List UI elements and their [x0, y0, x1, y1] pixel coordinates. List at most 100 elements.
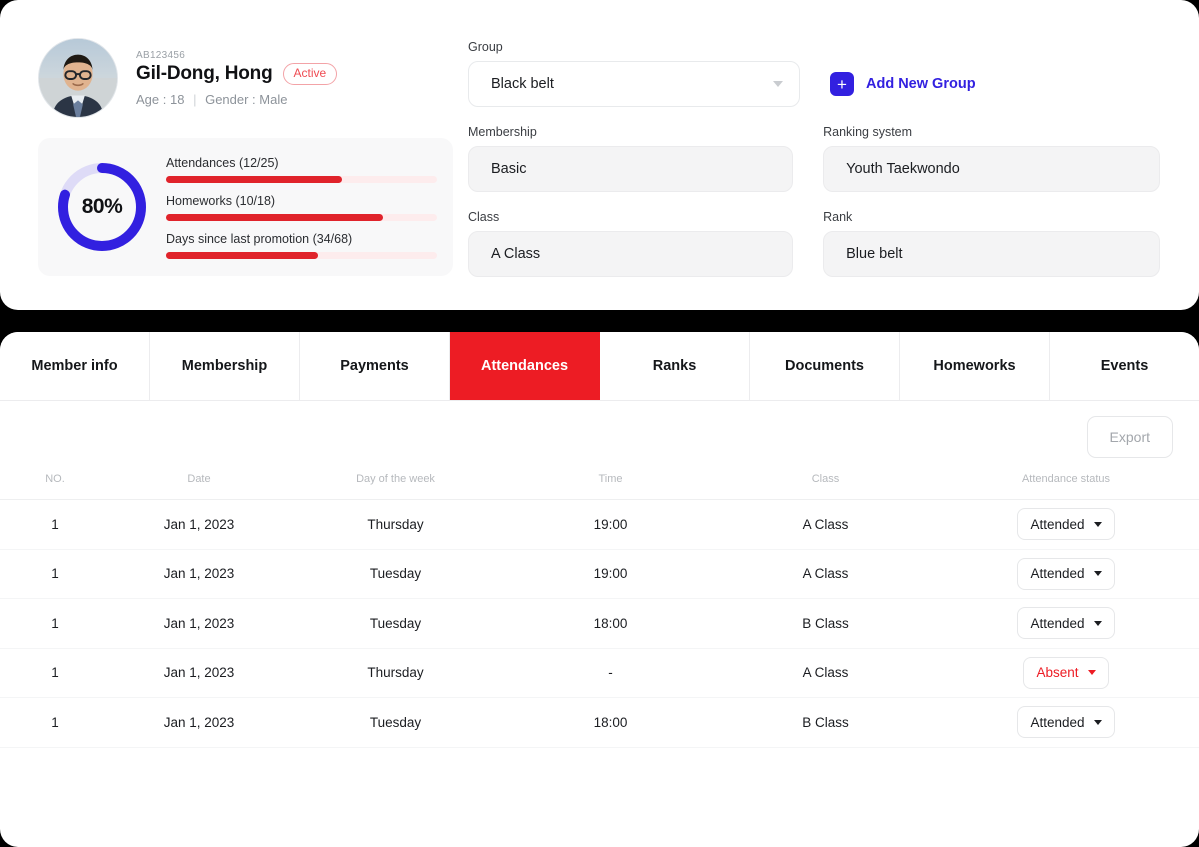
rank-field: Rank Blue belt — [823, 210, 1160, 277]
tab-member-info[interactable]: Member info — [0, 332, 150, 400]
table-header-row: NO. Date Day of the week Time Class Atte… — [0, 473, 1199, 500]
class-rank-row: Class A Class Rank Blue belt — [468, 210, 1160, 277]
cell-no: 1 — [51, 665, 59, 681]
plus-icon: + — [830, 72, 854, 96]
cell-day: Thursday — [367, 665, 424, 681]
table-row: 1 Jan 1, 2023 Thursday - A Class Absent — [0, 648, 1199, 698]
progress-label: Attendances (12/25) — [166, 155, 279, 170]
cell-no: 1 — [51, 566, 59, 582]
cell-status: Attended — [933, 500, 1199, 550]
rank-input[interactable]: Blue belt — [823, 231, 1160, 277]
progress-fill — [166, 213, 383, 221]
column-header-class: Class — [811, 473, 840, 485]
chevron-down-icon[interactable] — [1093, 620, 1102, 626]
table-toolbar: Export — [0, 401, 1199, 473]
progress-fill — [166, 175, 343, 183]
class-label: Class — [468, 210, 500, 224]
meta-separator: | — [193, 91, 197, 107]
add-new-group-button[interactable]: + Add New Group — [830, 61, 976, 107]
attendance-status-dropdown[interactable]: Attended — [1017, 706, 1115, 739]
table-header: NO. Date Day of the week Time Class Atte… — [0, 473, 1199, 500]
membership-ranking-row: Membership Basic Ranking system Youth Ta… — [468, 125, 1160, 192]
progress-track — [166, 251, 437, 259]
group-select[interactable]: Black belt — [468, 61, 800, 107]
attendance-status-dropdown[interactable]: Attended — [1017, 508, 1115, 541]
completion-donut-chart: 80% — [54, 159, 150, 255]
membership-input[interactable]: Basic — [468, 146, 794, 192]
avatar-photo-icon — [39, 39, 117, 117]
cell-no: 1 — [51, 516, 59, 532]
attendance-status-dropdown[interactable]: Attended — [1017, 557, 1115, 590]
column-header-status: Attendance status — [1021, 473, 1111, 485]
member-age: Age : 18 — [136, 91, 185, 107]
tab-membership[interactable]: Membership — [150, 332, 300, 400]
cell-date: Jan 1, 2023 — [163, 615, 235, 631]
attendance-status-label: Attended — [1030, 615, 1085, 631]
tab-ranks[interactable]: Ranks — [600, 332, 750, 400]
progress-fill — [166, 251, 318, 259]
attendance-status-dropdown[interactable]: Attended — [1017, 607, 1115, 640]
cell-date: Jan 1, 2023 — [163, 714, 235, 730]
ranking-system-label: Ranking system — [823, 125, 913, 139]
cell-day: Tuesday — [369, 714, 422, 730]
page-title: Gil-Dong, Hong — [136, 62, 273, 84]
cell-day: Tuesday — [369, 615, 422, 631]
tab-documents[interactable]: Documents — [750, 332, 900, 400]
progress-summary-card: 80% Attendances (12/25) Homeworks (10/18… — [38, 138, 453, 276]
group-value: Black belt — [491, 76, 554, 92]
tab-label: Payments — [340, 358, 409, 374]
attendance-status-label: Attended — [1030, 566, 1085, 582]
group-row: Group Black belt + Add New Group — [468, 40, 1160, 107]
tab-attendances[interactable]: Attendances — [450, 332, 600, 400]
tab-events[interactable]: Events — [1050, 332, 1199, 400]
table-body: 1 Jan 1, 2023 Thursday 19:00 A Class Attended… — [0, 500, 1199, 747]
chevron-down-icon[interactable] — [1093, 521, 1102, 527]
class-input[interactable]: A Class — [468, 231, 794, 277]
cell-class: B Class — [802, 714, 849, 730]
table-row: 1 Jan 1, 2023 Thursday 19:00 A Class Attended — [0, 500, 1199, 550]
attendance-status-label: Absent — [1036, 665, 1079, 681]
cell-class: A Class — [802, 516, 849, 532]
tab-homeworks[interactable]: Homeworks — [900, 332, 1050, 400]
attendance-table: NO. Date Day of the week Time Class Atte… — [0, 473, 1199, 748]
cell-no: 1 — [51, 714, 59, 730]
class-field: Class A Class — [468, 210, 794, 277]
cell-status: Attended — [933, 599, 1199, 649]
chevron-down-icon[interactable] — [1093, 719, 1102, 725]
tab-label: Member info — [31, 358, 118, 374]
chevron-down-icon[interactable] — [1093, 571, 1102, 577]
member-gender: Gender : Male — [205, 91, 288, 107]
column-header-time: Time — [598, 473, 623, 485]
member-profile: AB123456 Gil-Dong, Hong Active Age : 18 … — [38, 38, 338, 118]
rank-value: Blue belt — [846, 246, 903, 262]
progress-label: Days since last promotion (34/68) — [166, 231, 353, 246]
group-field: Group Black belt — [468, 40, 800, 107]
attendance-status-dropdown[interactable]: Absent — [1023, 656, 1109, 689]
tab-label: Membership — [181, 358, 268, 374]
column-header-no: NO. — [45, 473, 65, 485]
export-button[interactable]: Export — [1086, 416, 1173, 458]
member-name-row: Gil-Dong, Hong Active — [136, 62, 338, 85]
cell-class: A Class — [802, 566, 849, 582]
chevron-down-icon[interactable] — [773, 81, 783, 87]
tab-label: Events — [1100, 358, 1149, 374]
class-value: A Class — [491, 246, 541, 262]
progress-track — [166, 213, 437, 221]
cell-time: 19:00 — [593, 516, 628, 532]
cell-class: B Class — [802, 615, 849, 631]
column-header-date: Date — [187, 473, 211, 485]
cell-day: Tuesday — [369, 566, 422, 582]
group-label: Group — [468, 40, 503, 54]
tab-label: Ranks — [652, 358, 697, 374]
cell-status: Attended — [933, 549, 1199, 599]
member-id: AB123456 — [136, 49, 186, 61]
member-identity: AB123456 Gil-Dong, Hong Active Age : 18 … — [136, 49, 338, 107]
member-summary-card: AB123456 Gil-Dong, Hong Active Age : 18 … — [0, 0, 1199, 310]
chevron-down-icon[interactable] — [1087, 670, 1096, 676]
cell-date: Jan 1, 2023 — [163, 516, 235, 532]
ranking-system-input[interactable]: Youth Taekwondo — [823, 146, 1160, 192]
cell-time: 18:00 — [593, 714, 628, 730]
tab-label: Attendances — [480, 358, 569, 374]
tab-payments[interactable]: Payments — [300, 332, 450, 400]
table-row: 1 Jan 1, 2023 Tuesday 18:00 B Class Attended — [0, 599, 1199, 649]
